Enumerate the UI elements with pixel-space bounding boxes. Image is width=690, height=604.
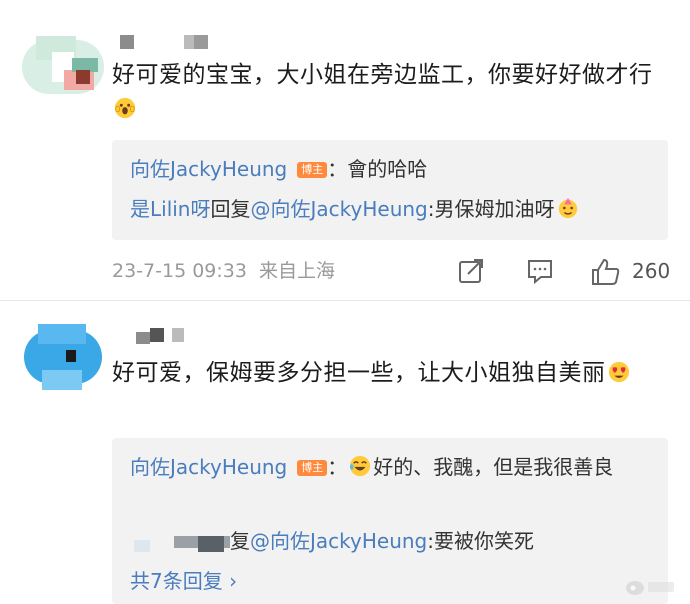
reply-content: 好的、我醜，但是我很善良 <box>373 455 614 479</box>
reply-content: 男保姆加油呀 <box>434 197 555 221</box>
reply-item[interactable]: 复@向佐JackyHeung:要被你笑死 <box>230 526 534 556</box>
comment-2: 好可爱，保姆要多分担一些，让大小姐独自美丽 向佐JackyHeung 博主： 好的、… <box>0 300 690 604</box>
comment-meta: 23-7-15 09:33 来自上海 <box>112 256 335 286</box>
username-blurred[interactable] <box>120 35 220 49</box>
location: 来自上海 <box>259 260 336 282</box>
comment-1: 好可爱的宝宝，大小姐在旁边监工，你要好好做才行 向佐JackyHeung 博主 ：會… <box>0 0 690 300</box>
username-blurred[interactable] <box>136 328 196 344</box>
watermark-logo <box>626 581 674 595</box>
avatar[interactable] <box>24 322 106 392</box>
reply-author-link[interactable]: 是Lilin呀 <box>130 197 211 221</box>
timestamp: 23-7-15 09:33 <box>112 260 247 282</box>
author-badge: 博主 <box>297 162 328 178</box>
comment-icon[interactable] <box>526 258 554 284</box>
reply-item[interactable]: 向佐JackyHeung 博主： 好的、我醜，但是我很善良 <box>130 452 650 482</box>
avatar[interactable] <box>22 32 104 102</box>
reply-separator: : <box>427 197 435 221</box>
comment-footer: 23-7-15 09:33 来自上海 260 <box>112 256 682 286</box>
reply-box: 向佐JackyHeung 博主： 好的、我醜，但是我很善良 复@向佐JackyHeu… <box>112 438 668 604</box>
reply-author-link[interactable]: 向佐JackyHeung <box>130 455 287 479</box>
reply-author-link[interactable]: 向佐JackyHeung <box>130 157 287 181</box>
laugh-emoji-icon <box>350 455 371 477</box>
reply-item[interactable]: 是Lilin呀回复@向佐JackyHeung:男保姆加油呀 <box>130 194 579 224</box>
reply-separator: : <box>427 529 434 553</box>
comment-text: 好可爱的宝宝，大小姐在旁边监工，你要好好做才行 <box>112 58 672 126</box>
reply-target-link[interactable]: @向佐JackyHeung <box>251 197 428 221</box>
reply-item[interactable]: 向佐JackyHeung 博主 ：會的哈哈 <box>130 154 427 184</box>
reply-target-link[interactable]: @向佐JackyHeung <box>250 529 427 553</box>
blurred-username <box>134 534 230 554</box>
scream-emoji-icon <box>114 97 136 119</box>
heart-eyes-emoji-icon <box>608 361 629 383</box>
like-count: 260 <box>632 259 671 283</box>
reply-box: 向佐JackyHeung 博主 ：會的哈哈 是Lilin呀回复@向佐JackyHeu… <box>112 140 668 240</box>
share-icon[interactable] <box>458 258 486 284</box>
reply-separator: ： <box>327 157 348 181</box>
reply-word: 回复 <box>210 197 251 221</box>
more-replies-link[interactable]: 共7条回复 › <box>130 566 237 596</box>
comment-text: 好可爱，保姆要多分担一些，让大小姐独自美丽 <box>112 356 672 390</box>
reply-separator: ： <box>327 455 348 479</box>
like-icon[interactable] <box>590 258 622 286</box>
party-emoji-icon <box>558 197 577 219</box>
reply-content: 會的哈哈 <box>347 157 428 181</box>
reply-content: 要被你笑死 <box>434 529 534 553</box>
author-badge: 博主 <box>297 460 328 476</box>
reply-word: 复 <box>230 529 250 553</box>
